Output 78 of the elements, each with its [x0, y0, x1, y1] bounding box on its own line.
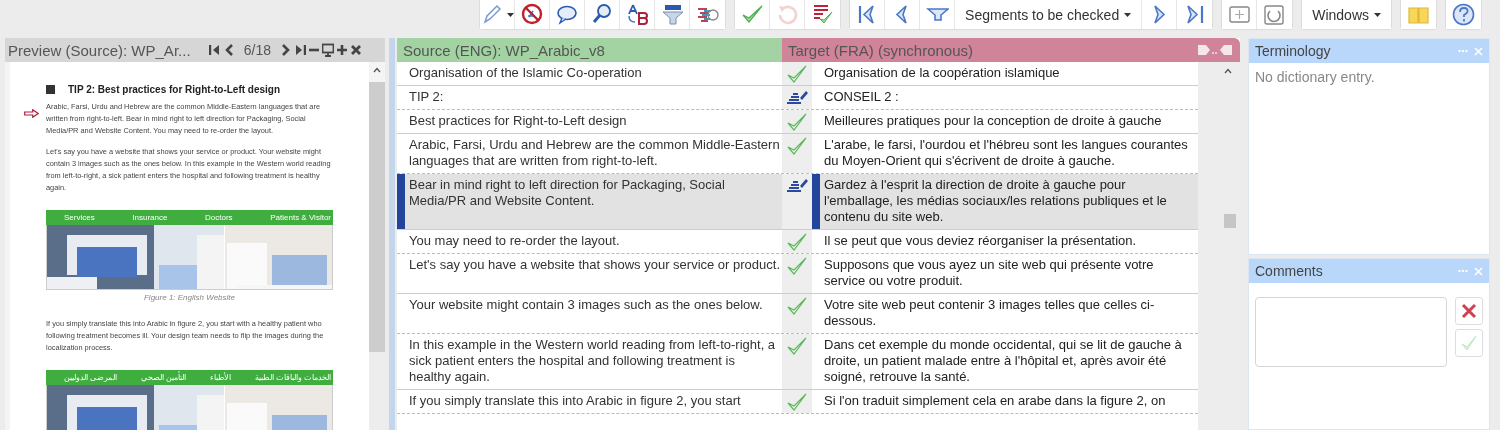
more-icon [1458, 49, 1468, 53]
menu-label: Services [64, 213, 95, 222]
source-segment[interactable]: TIP 2: [397, 86, 782, 109]
no-entry-icon [520, 3, 544, 26]
filter-icon [660, 3, 684, 26]
source-segment[interactable]: You may need to re-order the layout. [397, 230, 782, 253]
speech-bubble-icon [555, 3, 579, 26]
help-icon [1452, 3, 1475, 26]
scroll-up-icon [373, 67, 382, 73]
target-segment[interactable]: Votre site web peut contenir 3 images telles que celles ci-dessous. [812, 294, 1198, 333]
menu-label: التأمين الصحي [140, 373, 187, 382]
target-segment[interactable]: Supposons que vous ayez un site web qui présente votre service ou votre produit. [812, 254, 1198, 293]
panel-title: Comments [1255, 263, 1324, 279]
delete-button[interactable] [1455, 297, 1483, 325]
source-segment[interactable]: Your website might contain 3 images such as the ones below. [397, 294, 782, 333]
figure-caption: Figure 1: English Website [143, 293, 236, 302]
monitor-icon [322, 43, 334, 57]
nav-button[interactable] [321, 43, 335, 57]
menu-label: Patients & Visitor [270, 213, 331, 222]
menu-label: الخدمات والباقات الطبية [254, 373, 331, 382]
target-segment[interactable]: Dans cet exemple du monde occidental, qui se lit de gauche à droite, un patient malade entre à l'hôpital et, après avoir été soigné, retrouve la santé. [812, 334, 1198, 389]
menu-label: Doctors [205, 213, 233, 222]
panel-title: Preview (Source): WP_Ar... [8, 41, 192, 59]
target-segment[interactable]: Il se peut que vous deviez réorganiser la présentation. [812, 230, 1198, 253]
nav-button[interactable] [207, 43, 222, 57]
comment-field[interactable] [1255, 297, 1447, 367]
search-icon [590, 3, 614, 26]
empty-message: No dictionary entry. [1255, 69, 1376, 85]
target-segment[interactable]: Gardez à l'esprit la direction de droite à gauche pour l'emballage, les médias sociaux/les relations publiques et le contenu du site web. [812, 174, 1198, 229]
source-segment[interactable]: In this example in the Western world reading from left-to-right, a sick patient enters the hospital and following treatment is healthy again. [397, 334, 782, 389]
toolbar-button[interactable] [480, 0, 516, 29]
toolbar-button[interactable] [1446, 0, 1481, 29]
nav-button[interactable] [335, 43, 349, 57]
scroll-up-icon [1224, 68, 1232, 74]
source-segment[interactable]: Arabic, Farsi, Urdu and Hebrew are the common Middle-Eastern languages that are written from right-to-left. [397, 134, 782, 173]
source-segment[interactable]: Organisation of the Islamic Co-operation [397, 62, 782, 85]
target-segment[interactable]: Organisation de la coopération islamique [812, 62, 1198, 85]
bullet-square [46, 85, 55, 94]
refresh-icon [1263, 3, 1287, 26]
caret-icon [1124, 12, 1132, 17]
first-icon [208, 43, 221, 57]
toolbar-button[interactable] [850, 0, 886, 29]
source-segment[interactable]: Bear in mind right to left direction for Packaging, Social Media/PR and Website Content. [397, 174, 782, 229]
more-icon [1458, 269, 1468, 273]
column-header: Source (ENG): WP_Arabic_v8 [397, 38, 782, 62]
scrollbar[interactable] [1198, 62, 1240, 430]
close-icon [350, 43, 362, 57]
zoom-in-icon [336, 43, 348, 57]
close-icon [1461, 303, 1477, 319]
close-icon [1474, 266, 1483, 276]
source-segment[interactable]: If you simply translate this into Arabic in figure 2, you start [397, 390, 782, 413]
target-segment[interactable]: CONSEIL 2 : [812, 86, 1198, 109]
close-icon [1474, 46, 1483, 56]
scrollbar-thumb[interactable] [1224, 214, 1236, 228]
tags-icon [1198, 44, 1232, 56]
column-header: Target (FRA) (synchronous) [788, 41, 974, 59]
checkmark-icon [1461, 335, 1477, 351]
page-counter: 6/18 [243, 42, 271, 58]
panel-title: Terminology [1255, 43, 1332, 59]
list-check-icon [811, 3, 835, 26]
source-segment[interactable]: Best practices for Right-to-Left design [397, 110, 782, 133]
caret-icon [1374, 12, 1381, 17]
last-icon [294, 43, 306, 57]
caret-icon [506, 12, 514, 17]
document-heading: TIP 2: Best practices for Right-to-Left design [68, 84, 281, 95]
replace-icon [625, 3, 649, 26]
target-segment[interactable]: Si l'on traduit simplement cela en arabe dans la figure 2, on [812, 390, 1198, 413]
nav-button[interactable] [293, 43, 307, 57]
next-icon [280, 43, 292, 57]
menu-label: الأطباء [209, 373, 231, 382]
menu-label: المرضى الدوليين [64, 373, 118, 382]
nav-button[interactable] [349, 43, 363, 57]
fit-screen-icon [1227, 3, 1251, 26]
scrollbar[interactable] [366, 62, 385, 430]
source-segment[interactable]: Let's say you have a website that shows your service or product. [397, 254, 782, 293]
target-segment[interactable]: Meilleures pratiques pour la conception de droite à gauche [812, 110, 1198, 133]
target-segment[interactable]: L'arabe, le farsi, l'ourdou et l'hébreu sont les langues courantes du Moyen-Orient qui s'écrivent de droite à gauche. [812, 134, 1198, 173]
menu-label: Insurance [132, 213, 168, 222]
